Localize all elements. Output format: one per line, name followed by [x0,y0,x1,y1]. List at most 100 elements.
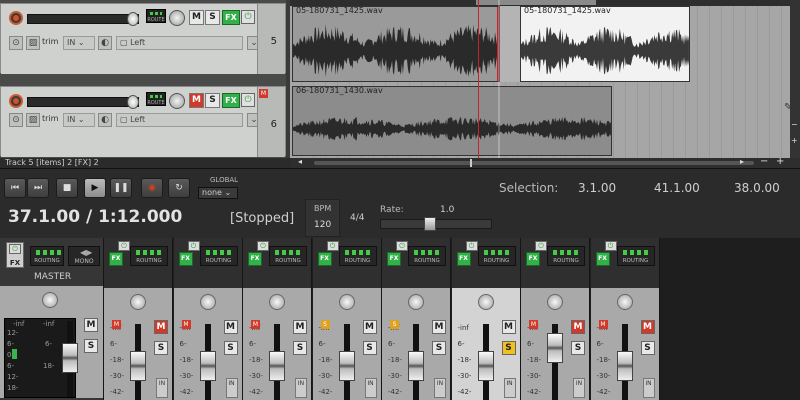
power-icon[interactable]: ⏻ [465,241,478,251]
automation-icon[interactable]: ▨ [26,113,40,127]
pan-knob[interactable] [130,294,146,310]
selection-length[interactable]: 38.0.00 [734,181,780,195]
horizontal-scrollbar[interactable]: ◂ ▸ − + [290,156,800,168]
solo-button[interactable]: S [362,341,377,355]
pause-button[interactable]: ❚❚ [110,178,132,198]
mute-button[interactable]: M [293,320,307,334]
volume-fader-knob[interactable] [127,12,139,26]
zoom-in-vertical-icon[interactable]: + [791,136,798,145]
mute-button[interactable]: M [501,320,516,334]
media-item[interactable]: 05-180731_1425.wav [292,6,500,82]
pan-knob[interactable] [169,93,185,109]
power-icon[interactable]: ⏻ [9,244,21,254]
volume-fader[interactable] [338,351,355,381]
routing-button[interactable]: ROUTING [408,246,446,266]
master-routing-button[interactable]: ROUTING [30,246,64,266]
solo-button[interactable]: S [432,341,446,355]
fx-button[interactable]: FX [178,252,193,266]
pan-knob[interactable] [199,294,216,310]
media-item[interactable]: 06-180731_1430.wav [292,86,612,156]
fx-button[interactable]: FX [595,252,610,266]
envelope-icon[interactable]: ⊙ [9,113,23,127]
mute-button[interactable]: M [223,320,238,334]
routing-button[interactable]: ROUTING [130,246,168,266]
edit-cursor[interactable] [478,0,479,158]
master-pan-knob[interactable] [42,292,58,308]
input-button[interactable]: IN [642,378,655,398]
track-5-header[interactable]: ROUTE M S FX ⏻ ⊙ ▨ trim IN ⌄ ◐ ▢ Left ⌄ … [0,3,286,74]
routing-button[interactable]: ROUTING [338,246,377,266]
zoom-in-icon[interactable]: + [776,156,784,167]
scroll-left-icon[interactable]: ◂ [298,157,302,166]
pan-knob[interactable] [338,294,355,310]
record-button[interactable]: ◉ [141,178,163,198]
pan-knob[interactable] [269,294,285,310]
media-item-selected[interactable]: 05-180731_1425.wav [520,6,690,82]
input-button[interactable]: IN [573,378,585,398]
master-solo-button[interactable]: S [84,339,98,353]
go-to-end-button[interactable]: ⏭ [27,178,49,198]
scrollbar-thumb[interactable] [314,161,754,165]
pan-knob[interactable] [169,10,185,26]
routing-button[interactable]: ROUTING [199,246,238,266]
solo-button[interactable]: S [154,341,168,355]
input-channel-select[interactable]: ▢ Left [116,113,243,127]
input-select[interactable]: IN ⌄ [63,36,95,50]
input-button[interactable]: IN [225,378,238,398]
pan-knob[interactable] [616,294,633,310]
input-channel-select[interactable]: ▢ Left [116,36,243,50]
power-icon[interactable]: ⏻ [187,241,200,251]
stop-button[interactable]: ■ [56,178,78,198]
play-button[interactable]: ▶ [84,178,106,198]
solo-button[interactable]: S [571,341,585,355]
volume-fader[interactable] [27,14,139,24]
fx-button[interactable]: FX [248,252,262,266]
master-mute-button[interactable]: M [84,318,98,332]
volume-fader[interactable] [477,351,494,381]
volume-fader-knob[interactable] [127,95,139,109]
track-6-lane[interactable]: 06-180731_1430.wav ✎ [290,84,800,158]
volume-fader[interactable] [616,351,633,381]
power-icon[interactable]: ⏻ [241,93,255,107]
power-icon[interactable]: ⏻ [604,241,617,251]
solo-button[interactable]: S [501,341,516,355]
mute-button[interactable]: M [571,320,585,334]
route-button[interactable]: ROUTE [146,92,166,106]
volume-fader[interactable] [547,333,563,363]
fx-button[interactable]: FX [222,10,240,25]
volume-fader[interactable] [27,97,139,107]
automation-icon[interactable]: ▨ [26,36,40,50]
input-button[interactable]: IN [364,378,377,398]
mute-button[interactable]: M [189,10,204,25]
tempo-box[interactable]: BPM 120 [305,199,340,237]
routing-button[interactable]: ROUTING [477,246,516,266]
volume-fader[interactable] [269,351,285,381]
solo-button[interactable]: S [293,341,307,355]
pan-knob[interactable] [477,294,494,310]
fx-button[interactable]: FX [526,252,540,266]
repeat-icon[interactable]: ↻ [168,178,190,198]
timeline[interactable]: 05-180731_1425.wav 05-180731_1425.wav 06… [290,0,800,158]
power-icon[interactable]: ⏻ [535,241,547,251]
envelope-icon[interactable]: ⊙ [9,36,23,50]
fx-button[interactable]: FX [109,252,123,266]
volume-fader[interactable] [130,351,146,381]
selection-start[interactable]: 3.1.00 [578,181,616,195]
mute-button[interactable]: M [640,320,655,334]
scroll-right-icon[interactable]: ▸ [740,157,744,166]
go-to-start-button[interactable]: ⏮ [4,178,26,198]
fx-button[interactable]: FX [456,252,471,266]
mute-button[interactable]: M [362,320,377,334]
vertical-scrollbar[interactable]: − + [790,0,800,158]
fx-button[interactable]: FX [222,93,240,108]
track-6-header[interactable]: ROUTE M S FX ⏻ ⊙ ▨ trim IN ⌄ ◐ ▢ Left ⌄ … [0,86,286,157]
zoom-out-icon[interactable]: − [760,156,768,167]
solo-button[interactable]: S [223,341,238,355]
monitor-icon[interactable]: ◐ [98,113,112,127]
input-button[interactable]: IN [503,378,516,398]
master-fader[interactable] [62,343,78,373]
input-button[interactable]: IN [156,378,168,398]
power-icon[interactable]: ⏻ [257,241,269,251]
input-button[interactable]: IN [295,378,307,398]
record-arm-button[interactable] [9,11,23,25]
